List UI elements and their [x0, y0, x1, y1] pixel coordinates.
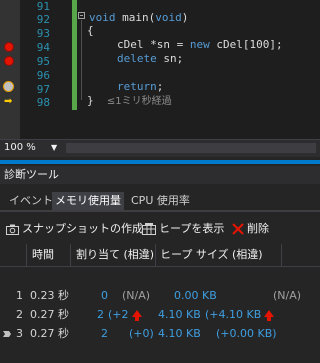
- column-header-time[interactable]: 時間: [32, 244, 54, 266]
- glyph-margin[interactable]: [0, 0, 20, 139]
- keyword: void: [89, 11, 116, 24]
- column-header-allocations[interactable]: 割り当て (相違): [76, 244, 154, 266]
- increase-arrow-icon: [264, 309, 275, 321]
- code-text: cDel *sn =: [117, 38, 190, 51]
- code-text: main(: [115, 11, 156, 24]
- time-cell: 0.27 秒: [30, 308, 69, 321]
- chevron-down-icon: ▼: [51, 143, 58, 152]
- code-line[interactable]: delete sn;: [117, 52, 183, 65]
- heap-diff-text: (+4.10 KB: [205, 308, 262, 321]
- panel-title: 診断ツール: [0, 166, 320, 184]
- code-text: ;: [156, 80, 164, 93]
- table-header: 時間 割り当て (相違) ヒープ サイズ (相違): [0, 244, 320, 267]
- line-number: 92: [36, 13, 50, 26]
- column-divider: [155, 244, 156, 266]
- zoom-value: 100 %: [4, 142, 36, 153]
- delete-x-icon: [232, 223, 244, 235]
- show-heap-button[interactable]: ヒープを表示: [142, 218, 224, 240]
- breakpoint-icon[interactable]: [4, 42, 14, 52]
- code-text: }: [87, 94, 94, 107]
- alloc-diff-link[interactable]: (+2: [108, 306, 142, 324]
- delete-label: 削除: [247, 222, 269, 235]
- keyword: void: [155, 11, 182, 24]
- heap-diff-link[interactable]: (+4.10 KB: [205, 306, 275, 324]
- tab-memory-usage[interactable]: メモリ使用量: [52, 192, 124, 210]
- snapshot-id: 2: [16, 308, 23, 321]
- heap-diff: (N/A): [273, 289, 302, 302]
- panel-divider[interactable]: [0, 160, 320, 164]
- heap-size-link[interactable]: 0.00 KB: [174, 287, 217, 305]
- perf-tip[interactable]: ≤1ミリ秒経過: [107, 96, 172, 107]
- code-line[interactable]: } ≤1ミリ秒経過: [87, 94, 172, 108]
- horizontal-scrollbar[interactable]: [66, 143, 316, 153]
- heap-size-link[interactable]: 4.10 KB: [158, 325, 201, 343]
- snapshot-id: 1: [16, 289, 23, 302]
- line-number: 97: [36, 83, 50, 96]
- line-number: 95: [36, 55, 50, 68]
- zoom-dropdown[interactable]: 100 % ▼: [2, 141, 64, 155]
- line-number: 96: [36, 69, 50, 82]
- change-indicator-bar: [72, 0, 77, 110]
- camera-icon: [6, 224, 19, 235]
- current-snapshot-marker-icon: [3, 331, 11, 337]
- code-text: cDel[100];: [209, 38, 283, 51]
- code-text: ): [181, 11, 189, 24]
- alloc-diff-text: (+2: [108, 308, 129, 321]
- tab-cpu-usage[interactable]: CPU 使用率: [128, 192, 193, 210]
- code-text: sn;: [156, 52, 184, 65]
- alloc-diff-link[interactable]: (+0): [129, 325, 154, 343]
- memory-toolbar: スナップショットの作成 ヒープを表示 削除: [0, 218, 320, 240]
- take-snapshot-button[interactable]: スナップショットの作成: [6, 218, 143, 240]
- code-line[interactable]: return;: [117, 80, 163, 93]
- column-divider: [70, 244, 71, 266]
- table-row[interactable]: 3 0.27 秒 2 (+0) 4.10 KB (+0.00 KB): [0, 325, 320, 343]
- table-row[interactable]: 1 0.23 秒 0 (N/A) 0.00 KB (N/A): [0, 287, 320, 305]
- line-number: 94: [36, 41, 50, 54]
- heap-diff-link[interactable]: (+0.00 KB): [216, 325, 277, 343]
- time-cell: 0.27 秒: [30, 327, 69, 340]
- time-cell: 0.23 秒: [30, 289, 69, 302]
- collapse-icon[interactable]: [78, 12, 85, 19]
- tab-events[interactable]: イベント: [6, 192, 56, 210]
- alloc-count-link[interactable]: 2: [101, 325, 108, 343]
- show-heap-label: ヒープを表示: [159, 222, 225, 235]
- code-editor[interactable]: ➡ 91 92 93 94 95 96 97 98 void main(void…: [0, 0, 320, 139]
- keyword: new: [189, 38, 210, 51]
- snapshot-id: 3: [16, 327, 23, 340]
- keyword: delete: [117, 52, 157, 65]
- column-divider: [281, 244, 282, 266]
- line-number: 91: [36, 0, 50, 13]
- heap-size-link[interactable]: 4.10 KB: [158, 306, 201, 324]
- indent-guide: [81, 20, 82, 100]
- heap-icon: [142, 223, 156, 235]
- alloc-count-link[interactable]: 2: [97, 306, 104, 324]
- keyword: return: [117, 80, 157, 93]
- line-number: 98: [36, 96, 50, 109]
- alloc-diff: (N/A): [122, 289, 151, 302]
- code-line[interactable]: {: [87, 24, 94, 37]
- increase-arrow-icon: [131, 309, 142, 321]
- current-statement-arrow-icon: ➡: [4, 96, 13, 107]
- tab-bar: イベント メモリ使用量 CPU 使用率: [0, 190, 320, 212]
- line-number: 93: [36, 27, 50, 40]
- column-divider: [26, 244, 27, 266]
- conditional-breakpoint-icon[interactable]: [3, 81, 14, 92]
- column-header-heap-size[interactable]: ヒープ サイズ (相違): [160, 244, 263, 266]
- breakpoint-icon[interactable]: [4, 56, 14, 66]
- alloc-count-link[interactable]: 0: [101, 287, 108, 305]
- take-snapshot-label: スナップショットの作成: [22, 222, 143, 235]
- code-line[interactable]: cDel *sn = new cDel[100];: [117, 38, 283, 51]
- table-row[interactable]: 2 0.27 秒 2 (+2 4.10 KB (+4.10 KB: [0, 306, 320, 324]
- code-line[interactable]: void main(void): [89, 11, 188, 24]
- delete-button[interactable]: 削除: [232, 218, 269, 240]
- editor-status-bar: 100 % ▼: [0, 139, 320, 157]
